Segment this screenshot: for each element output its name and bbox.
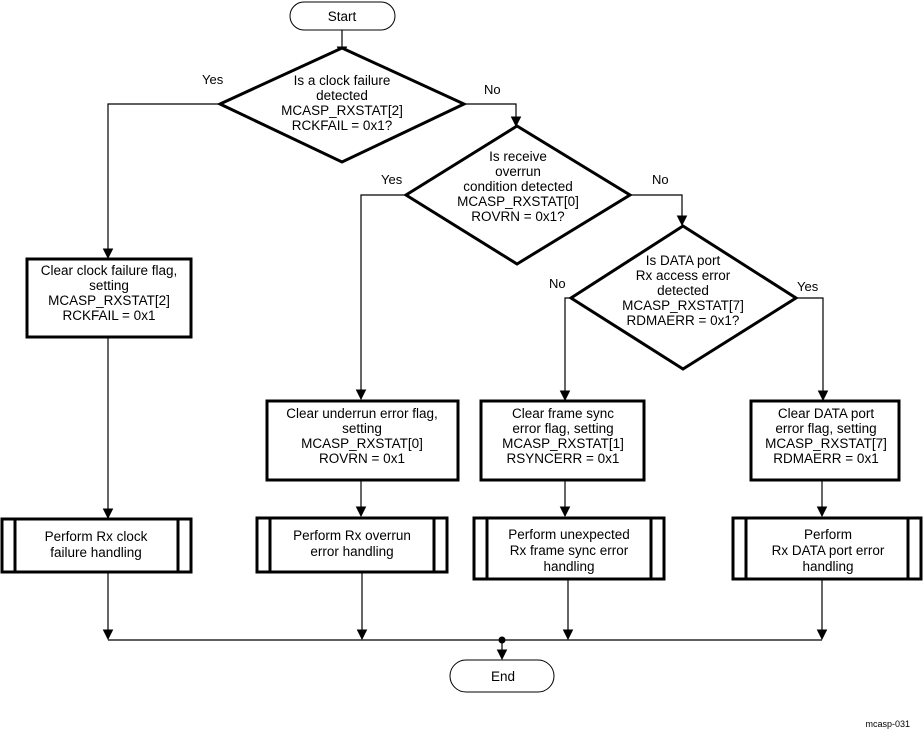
process-text: RCKFAIL = 0x1 (63, 308, 156, 323)
process-text: error flag, setting (512, 421, 613, 436)
subprocess-text: Perform Rx clock (45, 529, 148, 544)
figure-id: mcasp-031 (865, 719, 910, 729)
decision-text: MCASP_RXSTAT[7] (622, 298, 744, 313)
no-label: No (652, 172, 669, 187)
end-terminal: End (449, 659, 555, 693)
yes-label: Yes (797, 279, 819, 294)
arrow-d1-no (464, 103, 522, 128)
subprocess-handle-overrun: Perform Rx overrun error handling (255, 516, 449, 574)
subprocess-text: handling (543, 559, 594, 574)
process-clear-overrun: Clear underrun error flag, setting MCASP… (265, 399, 460, 482)
start-label: Start (328, 9, 357, 24)
yes-label: Yes (381, 172, 403, 187)
process-text: MCASP_RXSTAT[1] (502, 436, 624, 451)
end-label: End (491, 669, 515, 684)
process-clear-clock: Clear clock failure flag, setting MCASP_… (25, 257, 193, 339)
process-text: Clear underrun error flag, (286, 406, 438, 421)
decision-text: detected (657, 283, 709, 298)
arrow-d2-yes (355, 194, 406, 401)
process-text: RDMAERR = 0x1 (773, 451, 878, 466)
subprocess-text: handling (802, 559, 853, 574)
subprocess-text: failure handling (50, 545, 142, 560)
process-text: MCASP_RXSTAT[2] (48, 293, 170, 308)
process-clear-sync: Clear frame sync error flag, setting MCA… (479, 399, 646, 482)
subprocess-text: Rx frame sync error (510, 543, 629, 558)
decision-text: Rx access error (636, 268, 731, 283)
decision-data-port: Is DATA port Rx access error detected MC… (549, 224, 819, 371)
process-text: RSYNCERR = 0x1 (507, 451, 620, 466)
decision-text: condition detected (463, 179, 573, 194)
start-terminal: Start (289, 1, 396, 31)
yes-label: Yes (202, 72, 224, 87)
decision-text: overrun (495, 164, 541, 179)
subprocess-handle-sync: Perform unexpected Rx frame sync error h… (472, 516, 666, 581)
decision-text: RCKFAIL = 0x1? (292, 118, 392, 133)
arrow-d2-no (630, 194, 688, 227)
arrow-d3-no (559, 297, 571, 402)
flowchart: Start Is a clock failure detected MCASP_… (0, 1, 923, 729)
no-label: No (549, 276, 566, 291)
decision-text: Is receive (489, 149, 547, 164)
subprocess-text: Perform (804, 527, 852, 542)
decision-overrun: Is receive overrun condition detected MC… (381, 124, 669, 266)
subprocess-text: Perform Rx overrun (293, 528, 411, 543)
no-label: No (484, 82, 501, 97)
process-text: Clear clock failure flag, (41, 263, 178, 278)
decision-clock-failure: Is a clock failure detected MCASP_RXSTAT… (202, 46, 501, 164)
subprocess-text: error handling (310, 544, 393, 559)
process-text: Clear frame sync (512, 406, 614, 421)
process-text: error flag, setting (775, 421, 876, 436)
process-text: Clear DATA port (778, 406, 875, 421)
decision-text: Is a clock failure (294, 73, 391, 88)
process-clear-data: Clear DATA port error flag, setting MCAS… (749, 399, 901, 482)
process-text: ROVRN = 0x1 (319, 451, 405, 466)
subprocess-handle-data: Perform Rx DATA port error handling (731, 516, 923, 581)
subprocess-text: Rx DATA port error (772, 543, 885, 558)
process-text: MCASP_RXSTAT[7] (765, 436, 887, 451)
process-text: MCASP_RXSTAT[0] (301, 436, 423, 451)
decision-text: RDMAERR = 0x1? (627, 313, 740, 328)
process-text: setting (342, 421, 382, 436)
decision-text: MCASP_RXSTAT[2] (281, 103, 403, 118)
process-text: setting (89, 278, 129, 293)
decision-text: Is DATA port (646, 253, 721, 268)
decision-text: MCASP_RXSTAT[0] (457, 194, 579, 209)
arrow-d3-yes (796, 297, 829, 402)
subprocess-handle-clock: Perform Rx clock failure handling (0, 517, 193, 574)
decision-text: ROVRN = 0x1? (471, 209, 564, 224)
arrow-d1-yes (102, 103, 220, 260)
subprocess-text: Perform unexpected (508, 527, 630, 542)
decision-text: detected (316, 88, 368, 103)
